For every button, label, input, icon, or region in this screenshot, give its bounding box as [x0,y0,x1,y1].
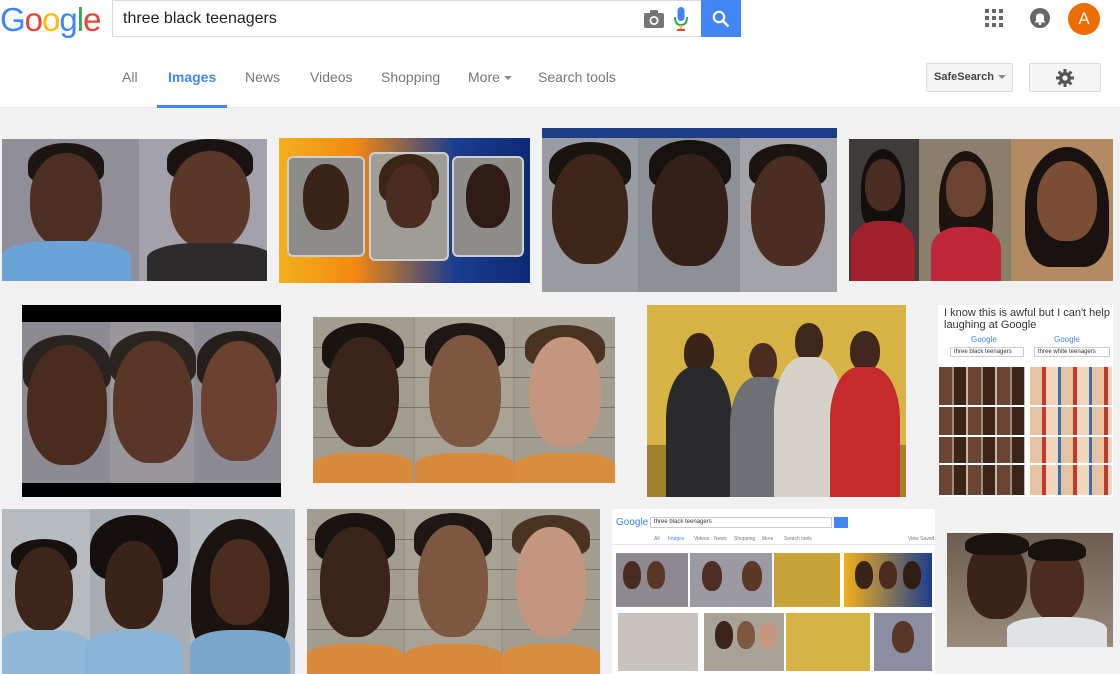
image-result[interactable] [947,533,1113,647]
thumb-tab: Videos [694,536,710,542]
thumb-tab: News [714,536,727,542]
settings-button[interactable] [1029,63,1101,92]
search-box [112,0,701,37]
thumb-tab: All [654,536,660,542]
thumb-search-text: three white teenagers [1034,347,1110,357]
tab-more[interactable]: More [468,48,512,108]
logo-letter: o [24,1,43,38]
search-input[interactable] [123,1,633,36]
logo-letter: o [42,1,60,38]
image-result[interactable]: I know this is awful but I can't help la… [938,305,1113,497]
image-result[interactable] [2,509,295,674]
thumb-caption: I know this is awful but I can't help la… [944,307,1110,331]
image-result[interactable] [307,509,600,674]
gear-icon [1056,68,1074,87]
thumb-logo: Google [616,517,649,528]
tab-search-tools[interactable]: Search tools [538,48,616,108]
notifications-bell-icon[interactable] [1029,7,1051,29]
account-avatar[interactable]: A [1068,3,1100,35]
logo-letter: e [83,1,101,38]
search-icon [712,10,730,27]
safesearch-dropdown[interactable]: SafeSearch [926,63,1013,92]
image-result[interactable]: Google three black teenagers All Images … [612,509,935,674]
chevron-down-icon [503,76,512,81]
tab-shopping[interactable]: Shopping [381,48,440,108]
top-bar: Google A [0,0,1120,48]
image-result[interactable] [279,138,530,283]
thumb-search-text: three black teenagers [950,347,1024,357]
thumb-tab: More [762,536,774,542]
apps-grid-icon[interactable] [985,9,1003,27]
thumb-logo: Google [971,335,997,344]
thumb-tab: View Saved [908,536,935,542]
image-result[interactable] [849,139,1113,281]
tab-more-label: More [468,69,500,85]
thumb-logo: Google [1054,335,1080,344]
logo-letter: g [59,1,77,38]
image-result[interactable] [542,128,837,292]
thumb-search-text: three black teenagers [650,517,832,528]
safesearch-label: SafeSearch [934,71,994,83]
chevron-down-icon [997,75,1006,80]
image-result[interactable] [22,305,281,497]
tab-all[interactable]: All [122,48,138,108]
image-result[interactable] [2,139,267,281]
tab-videos[interactable]: Videos [310,48,353,108]
tab-images[interactable]: Images [157,48,228,108]
thumb-tab: Images [668,536,685,542]
image-result[interactable] [313,317,615,483]
search-button[interactable] [701,0,741,37]
logo-letter: G [0,1,26,38]
tab-news[interactable]: News [245,48,280,108]
microphone-icon[interactable] [673,6,689,32]
image-result[interactable] [647,305,906,497]
thumb-tab: Shopping [734,536,756,542]
search-tabs-bar: All Images News Videos Shopping More Sea… [0,48,1120,108]
camera-icon[interactable] [643,9,665,29]
google-logo[interactable]: Google [0,1,101,38]
thumb-tab: Search tools [784,536,812,542]
